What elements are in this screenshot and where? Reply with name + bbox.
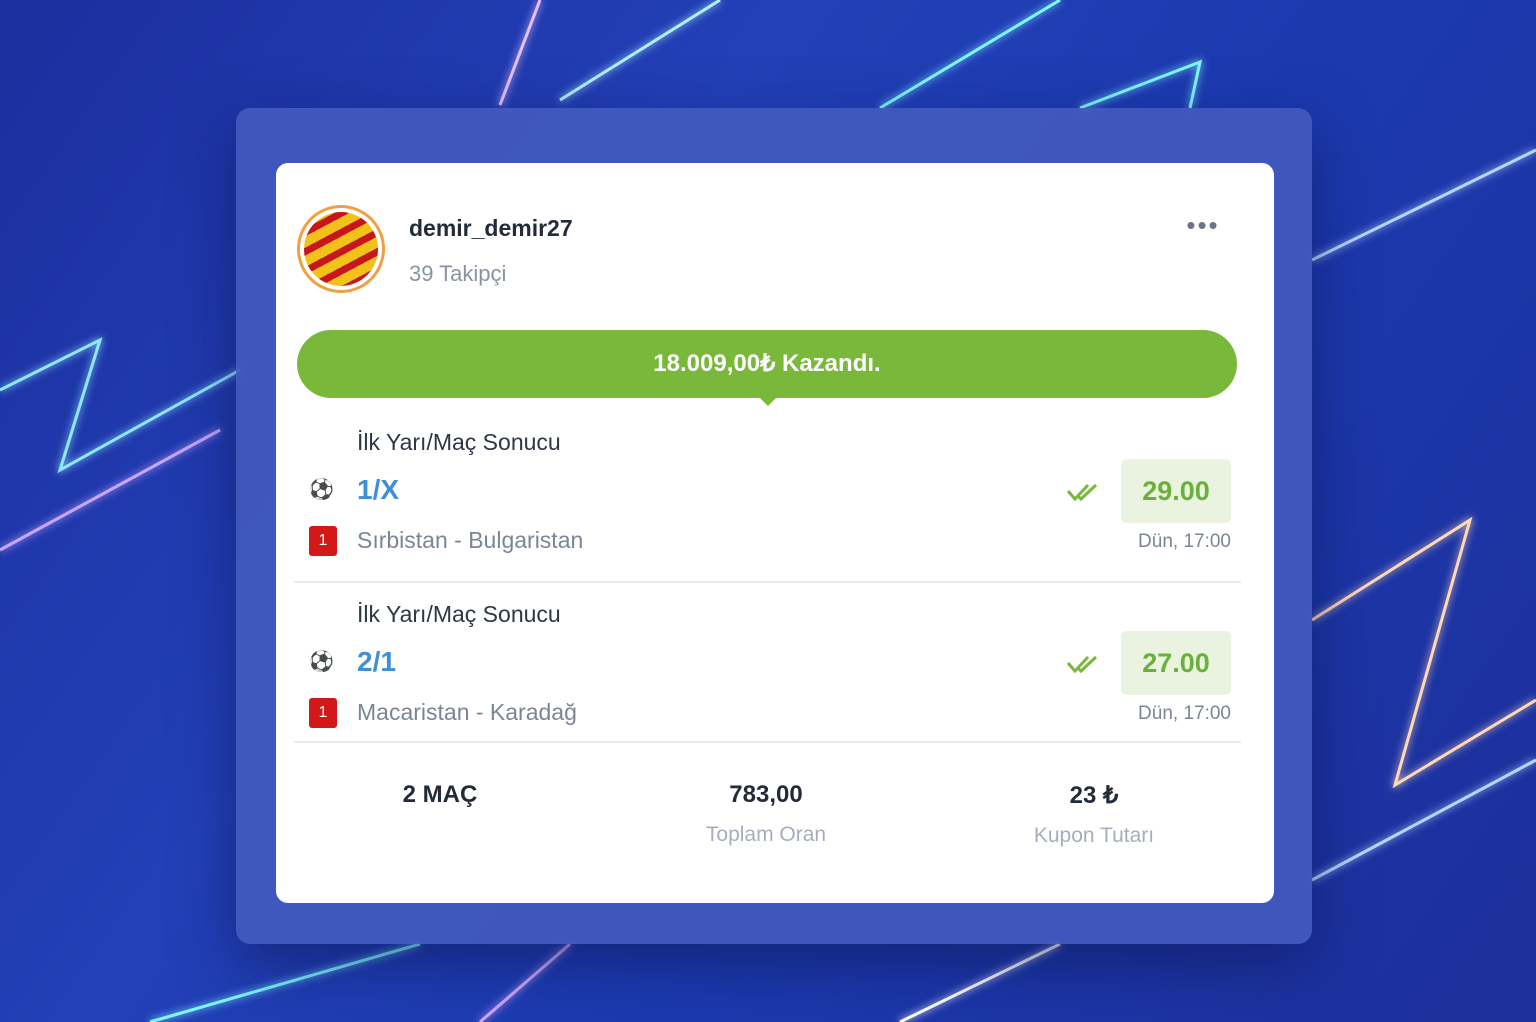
mbs-badge: 1: [309, 698, 337, 728]
bet-teams[interactable]: Sırbistan - Bulgaristan: [357, 527, 583, 554]
bet-odd: 27.00: [1121, 631, 1231, 695]
bet-odd: 29.00: [1121, 459, 1231, 523]
total-odds-label: Toplam Oran: [705, 823, 827, 846]
divider: [294, 581, 1241, 583]
summary-stake: 23 ₺ Kupon Tutarı: [964, 781, 1224, 848]
double-check-icon: [1066, 655, 1098, 674]
bet-market: İlk Yarı/Maç Sonucu: [357, 429, 561, 455]
bet-teams[interactable]: Macaristan - Karadağ: [357, 699, 577, 726]
bet-time: Dün, 17:00: [1138, 703, 1231, 724]
mbs-badge: 1: [309, 526, 337, 556]
bet-pick: 2/1: [357, 646, 396, 677]
total-odds-value: 783,00: [729, 781, 803, 808]
followers-count: 39 Takipçi: [409, 261, 507, 286]
divider: [294, 741, 1241, 743]
bet-row: İlk Yarı/Maç Sonucu ⚽ 2/1 27.00 1 Macari…: [276, 587, 1274, 759]
summary-matches: 2 MAÇ: [310, 781, 570, 809]
soccer-ball-icon: ⚽: [309, 479, 334, 501]
win-banner-pointer: [758, 396, 778, 406]
more-options-icon[interactable]: •••: [1181, 212, 1225, 243]
stake-value: 23 ₺: [1069, 782, 1119, 809]
soccer-ball-icon: ⚽: [309, 651, 334, 673]
win-banner: 18.009,00₺ Kazandı.: [297, 330, 1237, 398]
bet-row: İlk Yarı/Maç Sonucu ⚽ 1/X 29.00 1 Sırbis…: [276, 415, 1274, 587]
summary-total-odds: 783,00 Toplam Oran: [636, 781, 896, 847]
double-check-icon: [1066, 483, 1098, 502]
bet-pick: 1/X: [357, 474, 400, 505]
bet-time: Dün, 17:00: [1138, 531, 1231, 552]
user-avatar[interactable]: [297, 205, 385, 293]
striped-flag-avatar-icon: [304, 212, 378, 286]
stake-label: Kupon Tutarı: [1033, 824, 1155, 847]
match-count: 2 MAÇ: [402, 781, 478, 808]
coupon-card: demir_demir27 39 Takipçi ••• 18.009,00₺ …: [276, 163, 1274, 903]
username[interactable]: demir_demir27: [409, 215, 573, 242]
bet-market: İlk Yarı/Maç Sonucu: [357, 601, 561, 627]
